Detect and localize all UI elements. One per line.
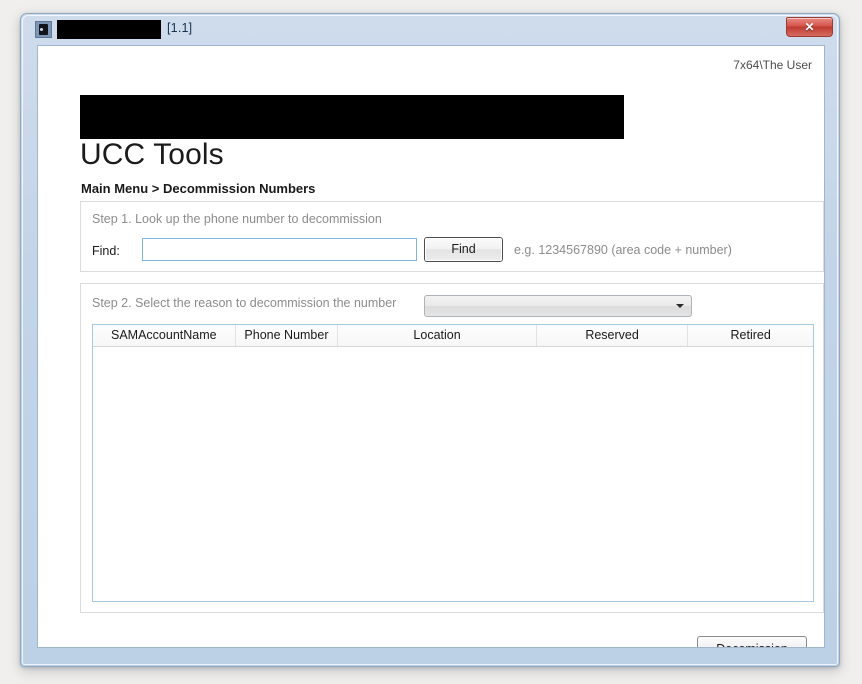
window-title-redaction-bar bbox=[57, 20, 161, 39]
page-title: UCC Tools bbox=[80, 137, 224, 173]
results-table-body[interactable] bbox=[93, 347, 813, 602]
column-header-retired[interactable]: Retired bbox=[688, 325, 813, 346]
breadcrumb[interactable]: Main Menu > Decommission Numbers bbox=[81, 181, 315, 196]
app-icon-glyph bbox=[39, 24, 48, 35]
client-area: 7x64\The User UCC Tools Main Menu > Deco… bbox=[37, 45, 825, 648]
find-field-label: Find: bbox=[92, 244, 120, 258]
desktop-background: [1.1] ✕ 7x64\The User UCC Tools Main Men… bbox=[0, 0, 862, 684]
chevron-down-icon bbox=[676, 304, 684, 308]
column-header-samaccountname[interactable]: SAMAccountName bbox=[93, 325, 236, 346]
find-hint-text: e.g. 1234567890 (area code + number) bbox=[514, 243, 732, 257]
column-header-phone-number[interactable]: Phone Number bbox=[236, 325, 339, 346]
title-bar[interactable]: [1.1] ✕ bbox=[21, 14, 841, 45]
close-button[interactable]: ✕ bbox=[786, 17, 833, 37]
find-button[interactable]: Find bbox=[424, 237, 503, 262]
branding-redaction-bar bbox=[80, 95, 624, 139]
find-button-label: Find bbox=[425, 238, 502, 261]
reason-dropdown[interactable] bbox=[424, 295, 692, 317]
window-title-version: [1.1] bbox=[167, 21, 192, 35]
column-header-reserved[interactable]: Reserved bbox=[537, 325, 689, 346]
step1-label: Step 1. Look up the phone number to deco… bbox=[92, 212, 382, 226]
results-listview[interactable]: SAMAccountNamePhone NumberLocationReserv… bbox=[92, 324, 814, 602]
application-icon bbox=[35, 21, 52, 38]
close-icon: ✕ bbox=[804, 21, 814, 33]
step2-panel: Step 2. Select the reason to decommissio… bbox=[80, 283, 824, 613]
decommission-button[interactable]: Decomission bbox=[697, 636, 807, 648]
step1-panel: Step 1. Look up the phone number to deco… bbox=[80, 201, 824, 272]
application-window: [1.1] ✕ 7x64\The User UCC Tools Main Men… bbox=[20, 13, 840, 667]
find-input[interactable] bbox=[142, 238, 417, 261]
step2-label: Step 2. Select the reason to decommissio… bbox=[92, 296, 396, 310]
current-user-label: 7x64\The User bbox=[733, 58, 812, 72]
column-header-location[interactable]: Location bbox=[338, 325, 536, 346]
results-table-header: SAMAccountNamePhone NumberLocationReserv… bbox=[93, 325, 813, 347]
